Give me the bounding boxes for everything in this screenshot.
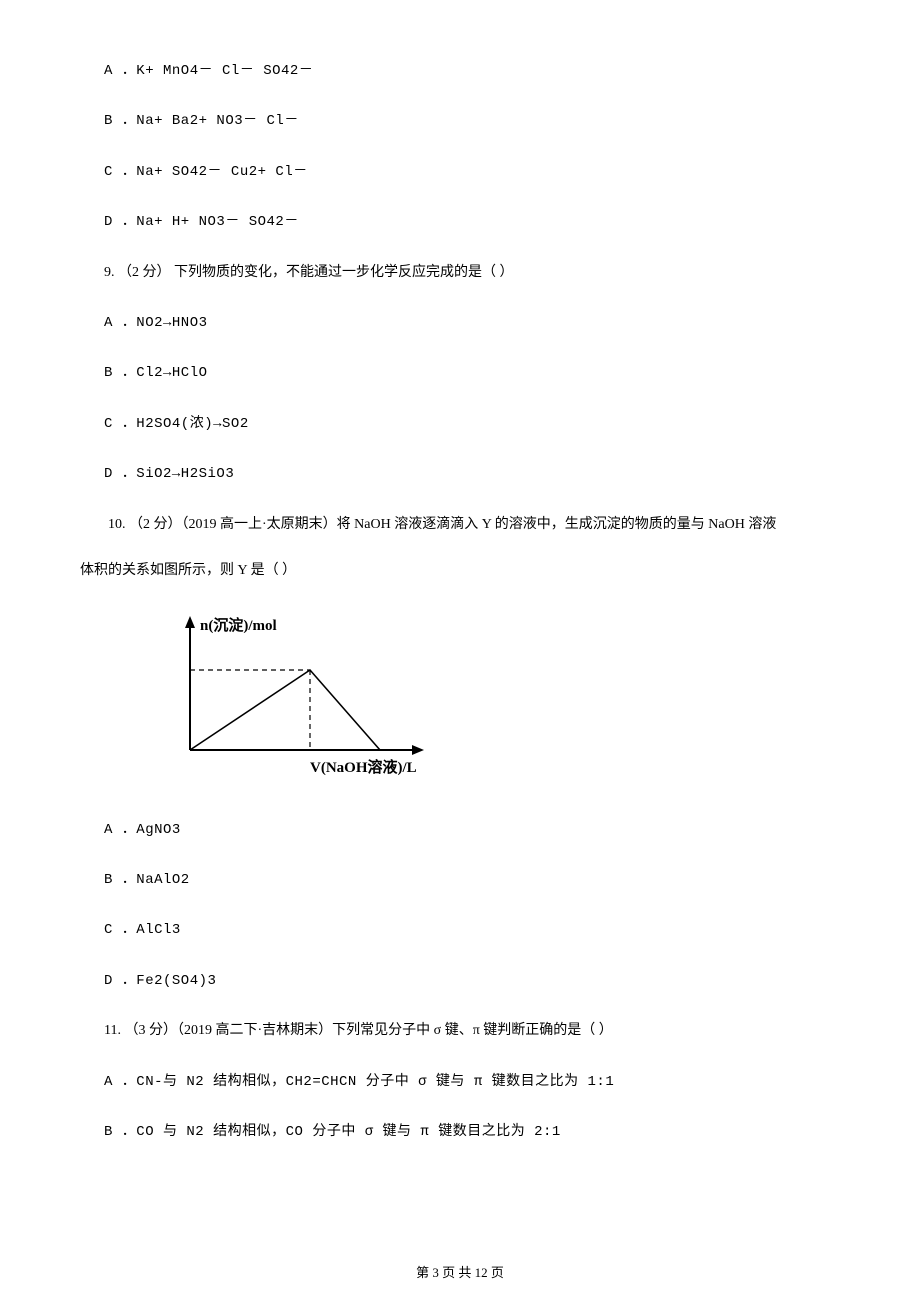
q10-option-d: D ．Fe2(SO4)3 bbox=[80, 970, 840, 992]
q10-figure: n(沉淀)/mol V(NaOH溶液)/L bbox=[160, 610, 840, 788]
q9-stem: 9. （2 分） 下列物质的变化，不能通过一步化学反应完成的是（ ） bbox=[80, 262, 840, 284]
q9-option-d: D ．SiO2→H2SiO3 bbox=[80, 463, 840, 485]
q8-option-c: C ．Na+ SO42－ Cu2+ Cl－ bbox=[80, 161, 840, 183]
precipitate-chart-icon: n(沉淀)/mol V(NaOH溶液)/L bbox=[160, 610, 460, 780]
page-footer: 第 3 页 共 12 页 bbox=[0, 1263, 920, 1284]
q9-option-b: B ．Cl2→HClO bbox=[80, 362, 840, 384]
q11-option-a: A ．CN-与 N2 结构相似，CH2=CHCN 分子中 σ 键与 π 键数目之… bbox=[80, 1071, 840, 1093]
q9-option-a: A ．NO2→HNO3 bbox=[80, 312, 840, 334]
q10-option-c: C ．AlCl3 bbox=[80, 919, 840, 941]
svg-text:n(沉淀)/mol: n(沉淀)/mol bbox=[200, 616, 277, 634]
q10-option-b: B ．NaAlO2 bbox=[80, 869, 840, 891]
q8-option-b: B ．Na+ Ba2+ NO3－ Cl－ bbox=[80, 110, 840, 132]
q10-stem-line2: 体积的关系如图所示，则 Y 是（ ） bbox=[80, 560, 840, 582]
q11-stem: 11. （3 分）（2019 高二下·吉林期末）下列常见分子中 σ 键、π 键判… bbox=[80, 1020, 840, 1042]
q9-option-c: C ．H2SO4(浓)→SO2 bbox=[80, 413, 840, 435]
q8-option-a: A ．K+ MnO4－ Cl－ SO42－ bbox=[80, 60, 840, 82]
q10-stem-line1: 10. （2 分）（2019 高一上·太原期末）将 NaOH 溶液逐滴滴入 Y … bbox=[80, 514, 840, 536]
q11-option-b: B ．CO 与 N2 结构相似，CO 分子中 σ 键与 π 键数目之比为 2:1 bbox=[80, 1121, 840, 1143]
q8-option-d: D ．Na+ H+ NO3－ SO42－ bbox=[80, 211, 840, 233]
svg-text:V(NaOH溶液)/L: V(NaOH溶液)/L bbox=[310, 758, 417, 776]
q10-option-a: A ．AgNO3 bbox=[80, 819, 840, 841]
document-page: A ．K+ MnO4－ Cl－ SO42－ B ．Na+ Ba2+ NO3－ C… bbox=[0, 0, 920, 1302]
